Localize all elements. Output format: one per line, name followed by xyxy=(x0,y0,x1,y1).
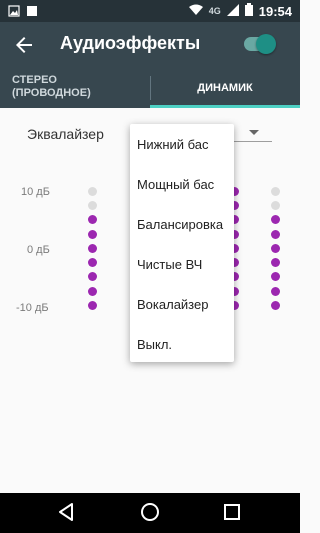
dropdown-arrow-icon[interactable] xyxy=(249,130,259,135)
preset-dropdown-menu: Нижний бас Мощный бас Балансировка Чисты… xyxy=(130,124,234,362)
tab-stereo[interactable]: СТЕРЕО (ПРОВОДНОЕ) xyxy=(0,68,150,108)
menu-item-power-bass[interactable]: Мощный бас xyxy=(137,177,214,192)
eq-dot xyxy=(271,187,280,196)
menu-item-low-bass[interactable]: Нижний бас xyxy=(137,137,209,152)
eq-dot xyxy=(88,272,97,281)
eq-dot xyxy=(88,187,97,196)
effects-toggle[interactable] xyxy=(244,34,276,54)
page-title: Аудиоэффекты xyxy=(60,33,201,53)
image-icon xyxy=(8,4,20,22)
db-label-mid: 0 дБ xyxy=(27,244,50,256)
equalizer-label: Эквалайзер xyxy=(27,126,104,142)
toggle-knob xyxy=(256,34,276,54)
notification-icon xyxy=(26,4,38,22)
eq-dot xyxy=(271,258,280,267)
preset-select-underline xyxy=(232,141,272,142)
tab-speaker[interactable]: ДИНАМИК xyxy=(150,68,300,108)
eq-dot xyxy=(88,301,97,310)
back-arrow-icon[interactable] xyxy=(12,33,36,57)
nav-recent-apps-icon[interactable] xyxy=(224,504,240,520)
eq-dot xyxy=(271,287,280,296)
eq-dot xyxy=(271,215,280,224)
menu-item-vocalizer[interactable]: Вокалайзер xyxy=(137,297,208,312)
eq-dot xyxy=(271,301,280,310)
eq-dot xyxy=(271,272,280,281)
clock: 19:54 xyxy=(258,3,292,19)
eq-dot xyxy=(88,230,97,239)
nav-back-icon[interactable] xyxy=(58,503,74,526)
tab-indicator xyxy=(150,105,300,108)
battery-icon xyxy=(244,3,253,19)
eq-dot xyxy=(88,244,97,253)
eq-dot xyxy=(88,201,97,210)
navigation-bar xyxy=(0,493,300,533)
eq-dot xyxy=(88,215,97,224)
tab-stereo-label: СТЕРЕО (ПРОВОДНОЕ) xyxy=(12,74,91,99)
signal-icon xyxy=(226,3,239,19)
nav-home-icon[interactable] xyxy=(141,503,159,521)
app-toolbar: Аудиоэффекты xyxy=(0,22,300,68)
eq-dot xyxy=(88,258,97,267)
db-label-bottom: -10 дБ xyxy=(16,302,49,314)
network-type: 4G xyxy=(208,6,221,16)
eq-dot xyxy=(271,201,280,210)
menu-item-balance[interactable]: Балансировка xyxy=(137,217,223,232)
menu-item-clear-treble[interactable]: Чистые ВЧ xyxy=(137,257,202,272)
tab-divider xyxy=(150,76,151,100)
status-bar: 4G 19:54 xyxy=(0,0,300,22)
tab-speaker-label: ДИНАМИК xyxy=(197,82,253,94)
eq-dot xyxy=(271,230,280,239)
eq-dot xyxy=(271,244,280,253)
db-label-top: 10 дБ xyxy=(21,186,50,198)
wifi-icon xyxy=(188,4,203,19)
eq-dot xyxy=(88,287,97,296)
menu-item-off[interactable]: Выкл. xyxy=(137,337,172,352)
